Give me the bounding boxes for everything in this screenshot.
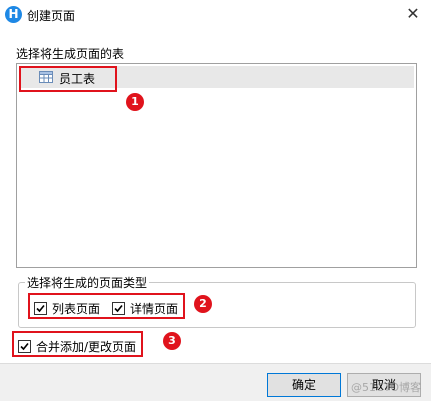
close-button[interactable]: ✕ bbox=[401, 3, 425, 25]
annotation-badge-2: 2 bbox=[194, 295, 212, 313]
app-logo-icon: H bbox=[5, 6, 22, 23]
highlight-box-1 bbox=[19, 66, 117, 92]
ok-button[interactable]: 确定 bbox=[267, 373, 341, 397]
annotation-badge-1: 1 bbox=[126, 93, 144, 111]
highlight-box-2 bbox=[28, 293, 185, 319]
table-section-label: 选择将生成页面的表 bbox=[16, 47, 125, 61]
title-bar: H 创建页面 ✕ bbox=[0, 0, 431, 30]
highlight-box-3 bbox=[12, 331, 143, 357]
page-type-legend: 选择将生成的页面类型 bbox=[25, 274, 150, 291]
dialog-title: 创建页面 bbox=[27, 9, 76, 23]
table-list[interactable]: 员工表 bbox=[16, 63, 417, 268]
watermark: @51CTO博客 bbox=[350, 381, 421, 394]
annotation-badge-3: 3 bbox=[163, 332, 181, 350]
